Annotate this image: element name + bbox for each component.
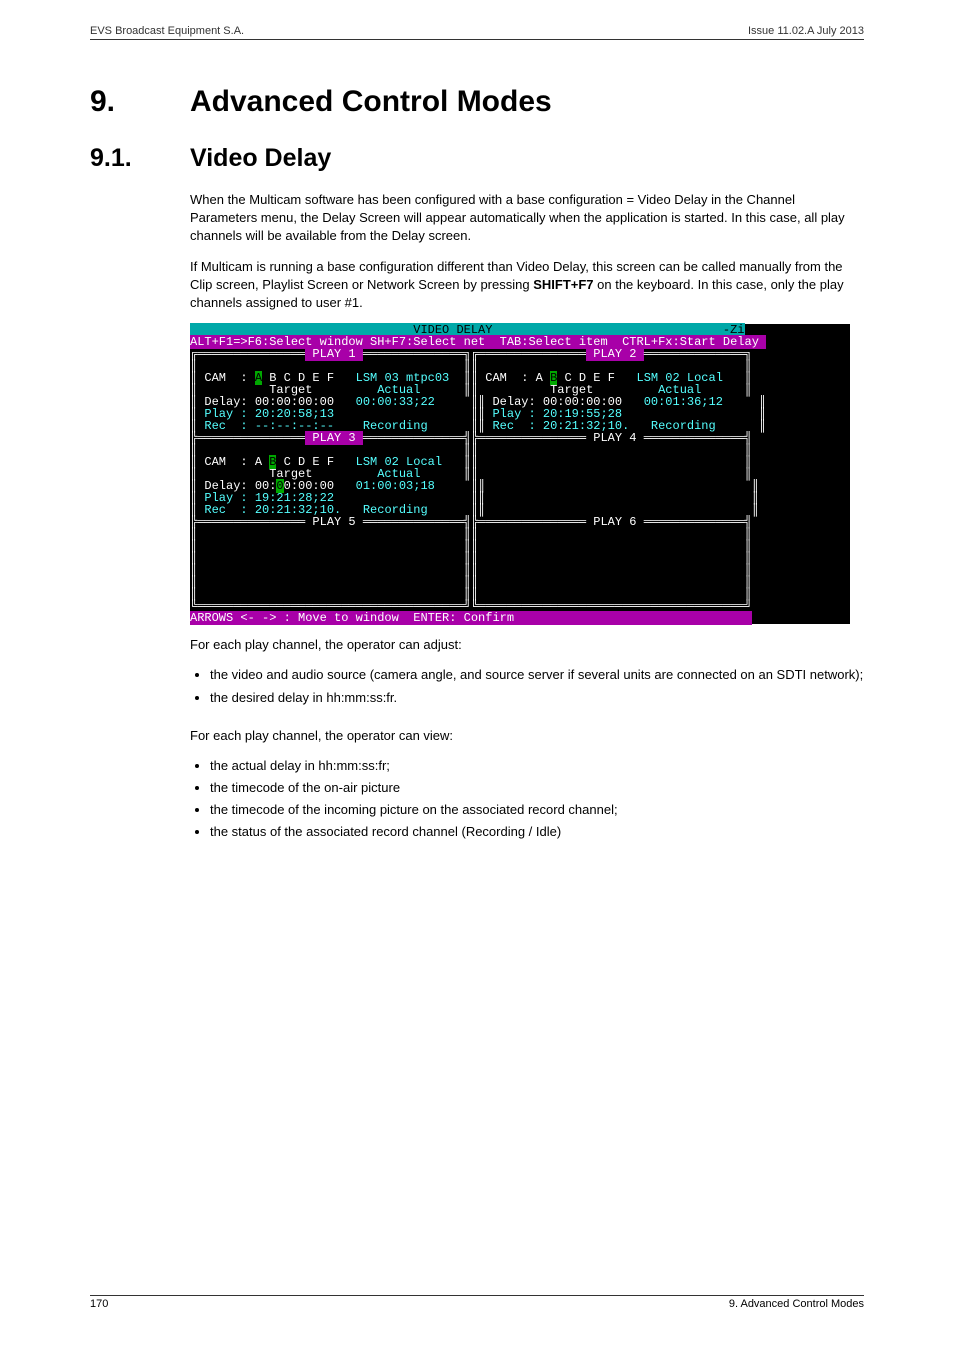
view-list: the actual delay in hh:mm:ss:fr; the tim…	[190, 757, 864, 842]
footer-left: 170	[90, 1298, 108, 1310]
adjust-list: the video and audio source (camera angle…	[190, 666, 864, 706]
para2-key: SHIFT+F7	[533, 277, 593, 292]
term-bottom-bar: ARROWS <- -> : Move to window ENTER: Con…	[190, 611, 752, 625]
list-item: the timecode of the on-air picture	[210, 779, 864, 797]
list-item: the video and audio source (camera angle…	[210, 666, 864, 684]
section-9-title: Advanced Control Modes	[190, 85, 552, 118]
para-adjust-intro: For each play channel, the operator can …	[190, 636, 864, 654]
para-view-intro: For each play channel, the operator can …	[190, 727, 864, 745]
page-header: EVS Broadcast Equipment S.A. Issue 11.02…	[90, 25, 864, 40]
list-item: the desired delay in hh:mm:ss:fr.	[210, 689, 864, 707]
pane6-header: PLAY 6	[586, 515, 644, 529]
pane3-header: PLAY 3	[305, 431, 363, 445]
pane5-header: PLAY 5	[305, 515, 363, 529]
pane1-header: PLAY 1	[305, 347, 363, 361]
section-9-1-title: Video Delay	[190, 144, 331, 172]
list-item: the timecode of the incoming picture on …	[210, 801, 864, 819]
pane4-header: PLAY 4	[586, 431, 644, 445]
list-item: the actual delay in hh:mm:ss:fr;	[210, 757, 864, 775]
section-9-heading: 9.Advanced Control Modes	[90, 85, 864, 119]
video-delay-terminal: VIDEO DELAY -Zi ALT+F1=>F6:Select window…	[190, 324, 850, 624]
pane2-header: PLAY 2	[586, 347, 644, 361]
list-item: the status of the associated record chan…	[210, 823, 864, 841]
paragraph-1: When the Multicam software has been conf…	[190, 191, 864, 246]
header-left: EVS Broadcast Equipment S.A.	[90, 25, 244, 37]
section-9-1-number: 9.1.	[90, 144, 190, 173]
page-footer: 170 9. Advanced Control Modes	[90, 1295, 864, 1310]
section-9-1-heading: 9.1.Video Delay	[90, 144, 864, 173]
term-menu-d: CTRL+Fx:Start Delay	[622, 335, 766, 349]
footer-right: 9. Advanced Control Modes	[729, 1298, 864, 1310]
paragraph-2: If Multicam is running a base configurat…	[190, 258, 864, 313]
section-9-number: 9.	[90, 85, 190, 119]
header-right: Issue 11.02.A July 2013	[748, 25, 864, 37]
term-menu-b: SH+F7:Select net	[363, 335, 500, 349]
p2-rec-r: Recording	[629, 419, 751, 433]
